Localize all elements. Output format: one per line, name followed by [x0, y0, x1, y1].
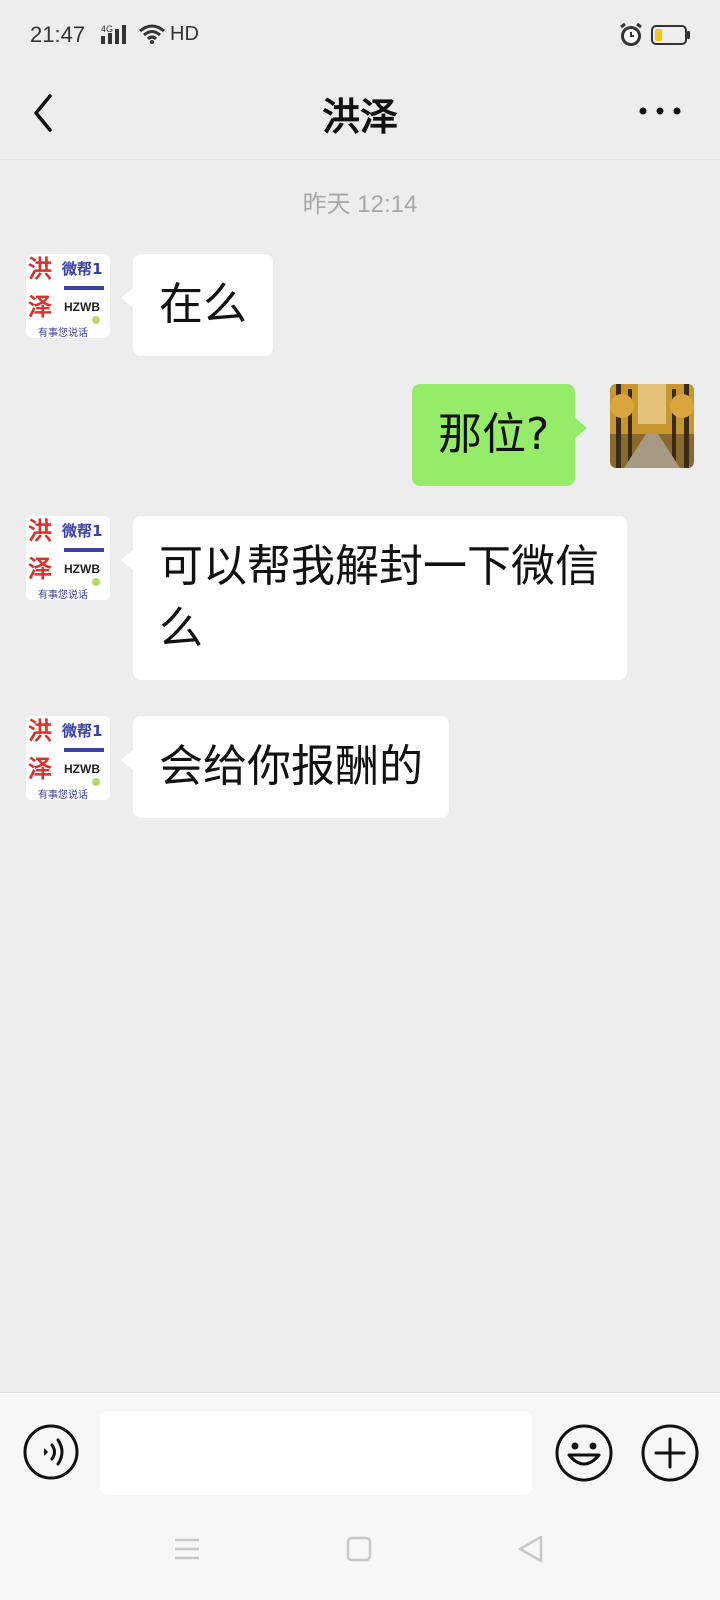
avatar-small-text: 微帮1	[62, 722, 103, 740]
battery-icon	[651, 25, 690, 45]
avatar-divider	[64, 548, 104, 552]
chat-title: 洪泽	[321, 95, 398, 139]
avatar-decoration	[92, 316, 100, 324]
message-bubble-incoming[interactable]: 在么	[121, 254, 273, 356]
avatar-divider	[64, 286, 104, 290]
more-icon[interactable]	[638, 104, 682, 118]
status-bar: 21:47 4G HD	[0, 0, 720, 70]
chat-header: 洪泽	[0, 70, 720, 160]
menu-icon[interactable]	[174, 1536, 200, 1562]
contact-avatar[interactable]: 洪 泽 微帮1 HZWB 有事您说话	[26, 516, 110, 600]
avatar-code: HZWB	[64, 762, 100, 776]
plus-icon[interactable]	[640, 1423, 700, 1483]
message-bubble-incoming[interactable]: 会给你报酬的	[121, 716, 449, 818]
contact-avatar[interactable]: 洪 泽 微帮1 HZWB 有事您说话	[26, 254, 110, 338]
user-avatar-image	[610, 384, 694, 468]
hd-label: HD	[170, 23, 199, 45]
network-label: 4G	[101, 24, 113, 34]
wifi-icon	[139, 24, 165, 44]
avatar-char: 泽	[28, 555, 52, 583]
signal-icon: 4G	[101, 24, 126, 44]
message-input[interactable]	[100, 1411, 532, 1495]
avatar-char: 洪	[28, 517, 52, 545]
avatar-decoration	[92, 578, 100, 586]
avatar-slogan: 有事您说话	[38, 790, 88, 800]
avatar-char: 洪	[28, 255, 52, 283]
home-icon[interactable]	[346, 1536, 372, 1562]
emoji-icon[interactable]	[554, 1423, 614, 1483]
avatar-code: HZWB	[64, 300, 100, 314]
user-avatar[interactable]	[610, 384, 694, 468]
avatar-code: HZWB	[64, 562, 100, 576]
avatar-divider	[64, 748, 104, 752]
message-bubble-incoming[interactable]: 可以帮我解封一下微信么	[121, 516, 627, 680]
avatar-char: 泽	[28, 293, 52, 321]
avatar-small-text: 微帮1	[62, 260, 103, 278]
avatar-small-text: 微帮1	[62, 522, 103, 540]
avatar-char: 洪	[28, 717, 52, 745]
chat-timestamp: 昨天 12:14	[302, 191, 418, 218]
input-bar	[0, 1392, 720, 1504]
contact-avatar[interactable]: 洪 泽 微帮1 HZWB 有事您说话	[26, 716, 110, 800]
system-nav-bar	[0, 1504, 720, 1600]
avatar-slogan: 有事您说话	[38, 328, 88, 338]
avatar-slogan: 有事您说话	[38, 590, 88, 600]
alarm-icon	[620, 22, 642, 46]
voice-icon[interactable]	[22, 1423, 80, 1481]
back-triangle-icon[interactable]	[516, 1534, 544, 1564]
status-time: 21:47	[30, 22, 86, 47]
avatar-char: 泽	[28, 755, 52, 783]
message-bubble-outgoing[interactable]: 那位?	[412, 384, 588, 486]
avatar-decoration	[92, 778, 100, 786]
